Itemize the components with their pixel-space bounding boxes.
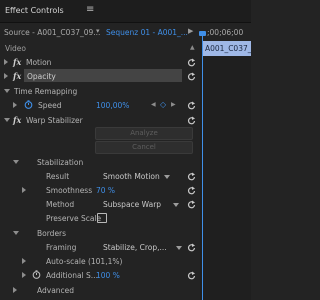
effect-opacity[interactable]: fx Opacity <box>0 69 199 83</box>
preserve-scale-checkbox[interactable] <box>97 213 107 223</box>
hamburger-menu-icon[interactable]: ≡ <box>86 4 94 15</box>
cancel-button[interactable]: Cancel <box>95 141 193 154</box>
timeline-clip[interactable]: A001_C037_ <box>203 41 252 56</box>
video-heading: Video <box>5 44 27 53</box>
additional-scale-label: Additional S... <box>46 271 98 280</box>
video-section: Video ▲ <box>0 41 199 54</box>
framing-label: Framing <box>46 243 77 252</box>
framing-row: Framing Stabilize, Crop,... <box>0 240 199 254</box>
play-arrow-icon[interactable]: ▶ <box>188 27 193 35</box>
smoothness-row: Smoothness 70 % <box>0 183 199 197</box>
result-dropdown[interactable]: Smooth Motion <box>103 172 160 181</box>
effect-time-remapping[interactable]: Time Remapping <box>0 84 199 98</box>
additional-scale-row: Additional S... 100 % <box>0 268 199 282</box>
speed-row: Speed 100,00% ◀ ◇ ▶ <box>0 98 199 112</box>
motion-label: Motion <box>26 58 52 67</box>
reset-method-icon[interactable] <box>187 200 196 209</box>
reset-warp-icon[interactable] <box>187 116 196 125</box>
reset-opacity-icon[interactable] <box>187 72 196 81</box>
method-dropdown[interactable]: Subspace Warp <box>103 200 161 209</box>
stabilization-heading: Stabilization <box>37 158 84 167</box>
timeline-area <box>200 41 251 300</box>
collapse-borders-icon[interactable] <box>13 231 19 235</box>
collapse-time-remapping-icon[interactable] <box>4 89 10 93</box>
scroll-up-icon[interactable]: ▲ <box>190 44 195 51</box>
result-label: Result <box>46 172 70 181</box>
method-row: Method Subspace Warp <box>0 197 199 211</box>
playhead[interactable] <box>202 33 203 300</box>
smoothness-value[interactable]: 70 % <box>96 186 115 195</box>
opacity-label: Opacity <box>27 72 56 81</box>
smoothness-label: Smoothness <box>46 186 93 195</box>
reset-smoothness-icon[interactable] <box>187 186 196 195</box>
fx-motion-icon[interactable]: fx <box>13 57 21 67</box>
header-bar: Source - A001_C037_09... ▾ Sequenz 01 - … <box>0 23 251 41</box>
reset-result-icon[interactable] <box>187 172 196 181</box>
collapse-stabilization-icon[interactable] <box>13 160 19 164</box>
effect-motion[interactable]: fx Motion <box>0 55 199 69</box>
borders-heading: Borders <box>37 229 67 238</box>
stopwatch-additional-icon[interactable] <box>32 270 41 279</box>
expand-opacity-icon[interactable] <box>4 73 8 79</box>
stabilization-section[interactable]: Stabilization <box>0 155 199 169</box>
add-keyframe-icon[interactable]: ◇ <box>160 100 166 109</box>
expand-autoscale-icon[interactable] <box>22 258 26 264</box>
result-row: Result Smooth Motion <box>0 169 199 183</box>
autoscale-label: Auto-scale (101,1%) <box>46 257 123 266</box>
preserve-scale-label: Preserve Scale <box>46 214 102 223</box>
analyze-button[interactable]: Analyze <box>95 127 193 140</box>
additional-scale-value[interactable]: 100 % <box>96 271 120 280</box>
framing-chevron-down-icon[interactable] <box>176 246 182 250</box>
method-label: Method <box>46 200 75 209</box>
timecode: ;00;06;00 <box>207 28 244 37</box>
expand-smoothness-icon[interactable] <box>22 187 26 193</box>
expand-additional-scale-icon[interactable] <box>22 272 26 278</box>
advanced-heading: Advanced <box>37 286 75 295</box>
speed-value[interactable]: 100,00% <box>96 101 129 110</box>
fx-opacity-icon[interactable]: fx <box>13 71 21 81</box>
source-dropdown-icon[interactable]: ▾ <box>96 27 100 35</box>
panel-title[interactable]: Effect Controls <box>5 6 64 15</box>
stopwatch-icon[interactable] <box>24 100 33 109</box>
collapse-warp-icon[interactable] <box>4 118 10 122</box>
autoscale-row[interactable]: Auto-scale (101,1%) <box>0 254 199 268</box>
effect-warp-stabilizer[interactable]: fx Warp Stabilizer <box>0 113 199 127</box>
preserve-scale-row: Preserve Scale <box>0 211 199 225</box>
reset-additional-scale-icon[interactable] <box>187 271 196 280</box>
clip-label: A001_C037_ <box>205 44 252 53</box>
framing-dropdown[interactable]: Stabilize, Crop,... <box>103 243 167 252</box>
warp-label: Warp Stabilizer <box>26 116 83 125</box>
result-chevron-down-icon[interactable] <box>164 175 170 179</box>
expand-motion-icon[interactable] <box>4 59 8 65</box>
reset-motion-icon[interactable] <box>187 58 196 67</box>
panel-title-bar: Effect Controls ≡ <box>0 0 251 23</box>
source-label[interactable]: Source - A001_C037_09... <box>4 28 100 37</box>
expand-advanced-icon[interactable] <box>13 287 17 293</box>
borders-section[interactable]: Borders <box>0 226 199 240</box>
next-keyframe-icon[interactable]: ▶ <box>171 101 176 108</box>
playhead-handle[interactable] <box>199 31 206 36</box>
prev-keyframe-icon[interactable]: ◀ <box>151 101 156 108</box>
advanced-section[interactable]: Advanced <box>0 283 199 297</box>
method-chevron-down-icon[interactable] <box>173 203 179 207</box>
reset-framing-icon[interactable] <box>187 243 196 252</box>
time-remapping-label: Time Remapping <box>14 87 78 96</box>
expand-speed-icon[interactable] <box>13 102 17 108</box>
speed-label: Speed <box>38 101 62 110</box>
reset-speed-icon[interactable] <box>187 101 196 110</box>
fx-warp-icon[interactable]: fx <box>13 115 21 125</box>
sequence-label[interactable]: Sequenz 01 - A001_... <box>106 28 188 37</box>
